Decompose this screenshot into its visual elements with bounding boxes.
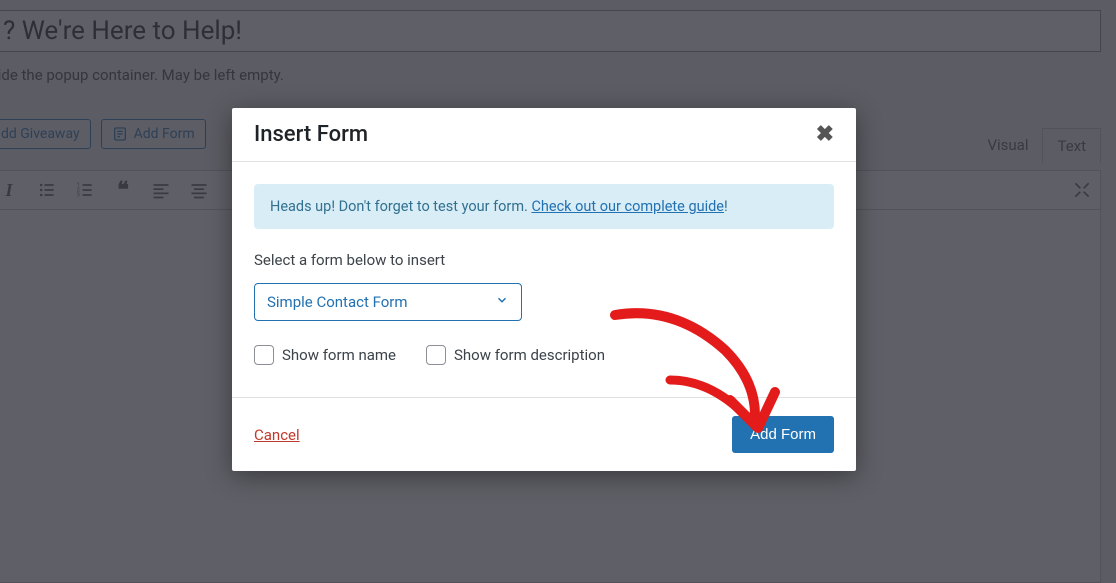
select-form-label: Select a form below to insert (254, 251, 834, 269)
cancel-button[interactable]: Cancel (254, 426, 300, 444)
notice-prefix: Heads up! Don't forget to test your form… (270, 198, 531, 215)
heads-up-notice: Heads up! Don't forget to test your form… (254, 184, 834, 229)
checkbox-icon (254, 345, 274, 365)
close-icon[interactable]: ✖ (816, 122, 834, 147)
notice-suffix: ! (724, 198, 728, 215)
modal-title: Insert Form (254, 122, 368, 147)
show-form-description-checkbox[interactable]: Show form description (426, 345, 605, 365)
insert-form-modal: Insert Form ✖ Heads up! Don't forget to … (232, 108, 856, 471)
show-desc-label: Show form description (454, 346, 605, 364)
add-form-submit-button[interactable]: Add Form (732, 416, 834, 453)
form-select-value: Simple Contact Form (267, 293, 408, 311)
show-form-name-checkbox[interactable]: Show form name (254, 345, 396, 365)
form-select[interactable]: Simple Contact Form (254, 283, 522, 321)
checkbox-icon (426, 345, 446, 365)
chevron-down-icon (495, 293, 509, 311)
show-name-label: Show form name (282, 346, 396, 364)
guide-link[interactable]: Check out our complete guide (531, 198, 724, 215)
